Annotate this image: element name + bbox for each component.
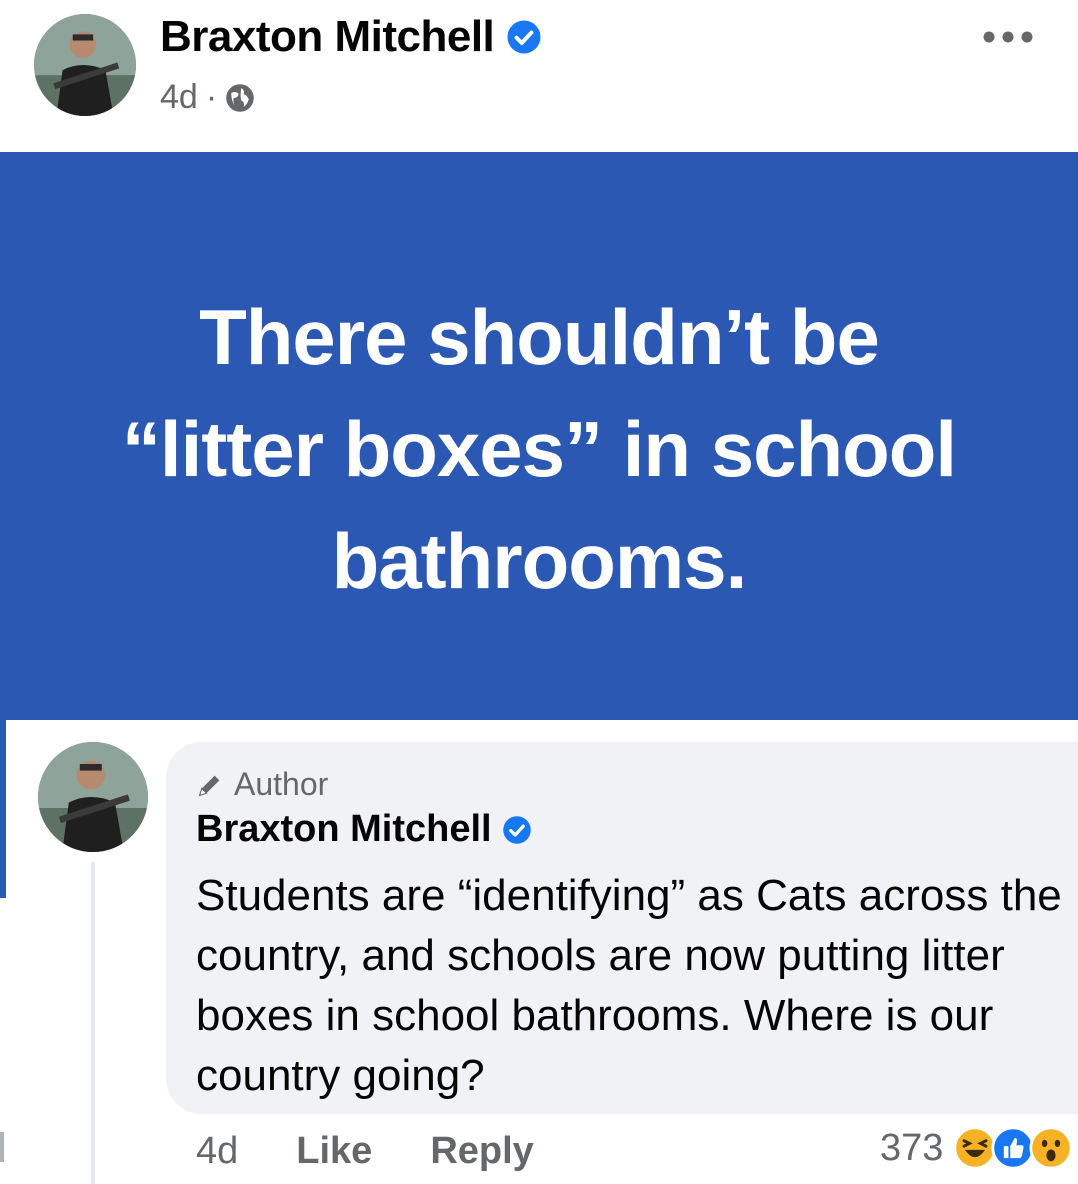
author-tag-label: Author	[234, 766, 329, 802]
post-author-name-text[interactable]: Braxton Mitchell	[160, 12, 495, 62]
comment-time[interactable]: 4d	[196, 1130, 238, 1173]
comment-reactions[interactable]: 373	[880, 1126, 1073, 1170]
author-avatar[interactable]	[34, 14, 136, 116]
comment-bubble: Author Braxton Mitchell Students are “id…	[166, 742, 1078, 1114]
meta-separator: ·	[205, 78, 218, 116]
post-time[interactable]: 4d	[160, 78, 198, 117]
comment-author-avatar[interactable]	[38, 742, 148, 852]
text-post-card: There shouldn’t be “litter boxes” in sch…	[0, 152, 1078, 720]
comment-avatar-image	[38, 742, 148, 852]
left-edge-bar	[0, 720, 6, 898]
author-avatar-image	[34, 14, 136, 116]
reaction-count[interactable]: 373	[880, 1127, 943, 1170]
verified-badge-icon	[502, 815, 532, 845]
globe-icon[interactable]	[225, 83, 255, 113]
like-button[interactable]: Like	[296, 1130, 372, 1173]
comment-author-name[interactable]: Braxton Mitchell	[196, 808, 532, 851]
more-options-icon	[983, 31, 1033, 43]
left-edge-mark	[0, 1132, 4, 1162]
reply-button[interactable]: Reply	[430, 1130, 533, 1173]
comment-author-name-text[interactable]: Braxton Mitchell	[196, 808, 492, 851]
author-tag: Author	[196, 766, 328, 803]
post-author-name[interactable]: Braxton Mitchell	[160, 12, 542, 62]
comment-text: Students are “identifying” as Cats acros…	[196, 871, 1062, 1100]
post-header: Braxton Mitchell 4d ·	[0, 0, 1078, 152]
verified-badge-icon	[506, 19, 542, 55]
wow-icon	[1029, 1126, 1073, 1170]
comment-actions: 4d Like Reply	[196, 1130, 592, 1173]
text-post-content: There shouldn’t be “litter boxes” in sch…	[121, 293, 957, 605]
pencil-icon	[196, 771, 224, 799]
post-meta: 4d ·	[160, 78, 255, 117]
more-options-button[interactable]	[978, 22, 1038, 52]
comment-thread-line	[91, 862, 95, 1184]
